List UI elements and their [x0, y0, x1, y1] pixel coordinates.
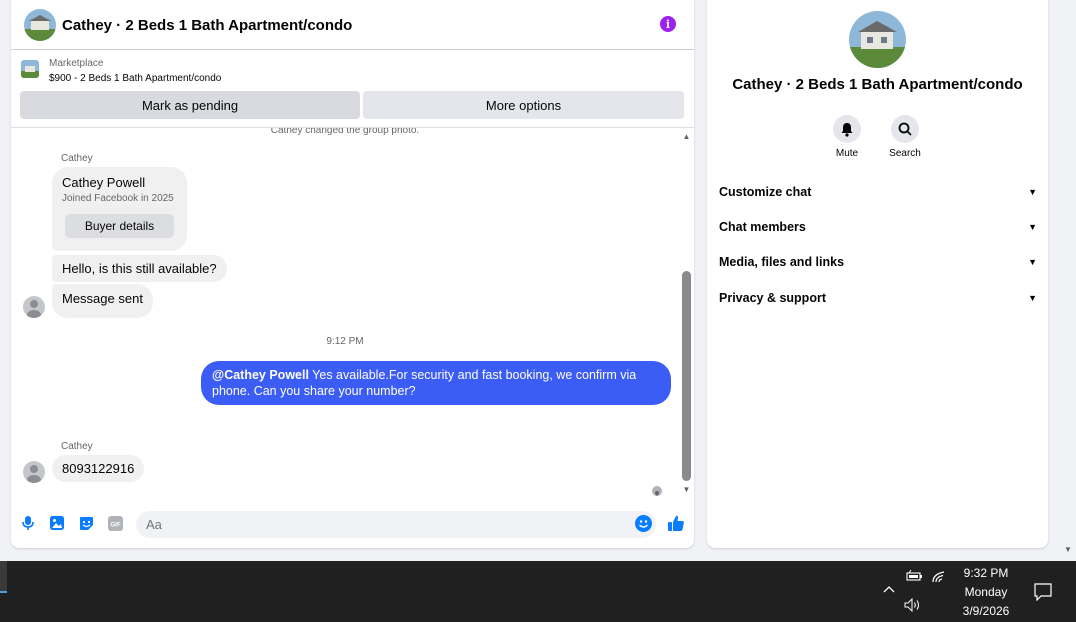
sender-name: Cathey [61, 441, 93, 452]
gif-icon[interactable]: GIF [107, 515, 123, 531]
scrollbar[interactable]: ▲ ▼ [680, 128, 693, 498]
avatar[interactable] [23, 461, 45, 483]
scroll-thumb[interactable] [682, 271, 691, 481]
row-label: Media, files and links [719, 255, 845, 269]
battery-icon[interactable] [906, 569, 923, 587]
mention[interactable]: @Cathey Powell [212, 368, 309, 382]
message-list[interactable]: Cathey changed the group photo. Cathey C… [11, 128, 679, 503]
avatar[interactable] [23, 296, 45, 318]
chevron-up-icon[interactable] [882, 583, 896, 597]
side-title: Cathey · 2 Beds 1 Bath Apartment/condo [732, 76, 1023, 93]
mute-button[interactable] [833, 115, 861, 143]
customize-chat-row[interactable]: Customize chat ▼ [719, 180, 1037, 204]
taskbar: 9:32 PM Monday 3/9/2026 [0, 561, 1076, 622]
message-bubble[interactable]: Message sent [52, 284, 153, 318]
message-bubble[interactable]: 8093122916 [52, 455, 145, 482]
system-message: Cathey changed the group photo. [270, 128, 420, 136]
search-button[interactable] [891, 115, 919, 143]
active-indicator [0, 591, 7, 593]
chevron-down-icon: ▼ [1028, 257, 1037, 267]
clock-time[interactable]: 9:32 PM [948, 566, 1024, 580]
listing-title[interactable]: $900 - 2 Beds 1 Bath Apartment/condo [49, 73, 221, 84]
row-label: Privacy & support [719, 291, 826, 305]
group-avatar-large[interactable] [849, 11, 906, 68]
info-icon[interactable]: i [660, 16, 676, 32]
clock-day[interactable]: Monday [948, 585, 1024, 599]
image-icon[interactable] [49, 515, 65, 531]
chevron-down-icon: ▼ [1028, 187, 1037, 197]
search-label: Search [889, 148, 921, 159]
row-label: Customize chat [719, 185, 812, 199]
search-icon [898, 122, 912, 136]
sender-name: Cathey [61, 153, 93, 164]
marketplace-label: Marketplace [49, 58, 104, 69]
message-input[interactable] [136, 511, 656, 538]
row-label: Chat members [719, 220, 806, 234]
scroll-up-arrow[interactable]: ▲ [682, 132, 691, 141]
mute-label: Mute [835, 148, 859, 159]
clock-date[interactable]: 3/9/2026 [948, 604, 1024, 618]
privacy-support-row[interactable]: Privacy & support ▼ [719, 286, 1037, 310]
emoji-icon[interactable] [635, 515, 652, 532]
page-scroll-down-arrow[interactable]: ▼ [1064, 545, 1072, 554]
chevron-down-icon: ▼ [1028, 222, 1037, 232]
listing-thumbnail[interactable] [21, 60, 39, 78]
outgoing-message-bubble[interactable]: @Cathey Powell Yes available.For securit… [201, 361, 671, 405]
like-icon[interactable] [667, 514, 685, 532]
taskbar-app-button[interactable] [0, 561, 7, 591]
buyer-name: Cathey Powell [62, 175, 146, 190]
seen-indicator-avatar [652, 486, 662, 496]
buyer-details-button[interactable]: Buyer details [65, 214, 174, 238]
notification-icon[interactable] [1034, 583, 1052, 602]
message-bubble[interactable]: Hello, is this still available? [52, 255, 227, 282]
wifi-icon[interactable] [931, 569, 947, 588]
chevron-down-icon: ▼ [1028, 293, 1037, 303]
chat-info-panel: Cathey · 2 Beds 1 Bath Apartment/condo M… [707, 0, 1048, 548]
sticker-icon[interactable] [78, 515, 94, 531]
chat-panel: Cathey · 2 Beds 1 Bath Apartment/condo i… [11, 0, 694, 548]
mark-pending-button[interactable]: Mark as pending [20, 91, 360, 119]
volume-icon[interactable] [904, 597, 922, 617]
chat-members-row[interactable]: Chat members ▼ [719, 215, 1037, 239]
media-files-links-row[interactable]: Media, files and links ▼ [719, 250, 1037, 274]
scroll-down-arrow[interactable]: ▼ [682, 485, 691, 494]
svg-text:GIF: GIF [110, 522, 120, 528]
bell-icon [841, 122, 853, 137]
buyer-profile-card: Cathey Powell Joined Facebook in 2025 Bu… [52, 167, 187, 251]
group-avatar[interactable] [24, 9, 56, 41]
buyer-joined: Joined Facebook in 2025 [62, 193, 174, 204]
chat-title: Cathey · 2 Beds 1 Bath Apartment/condo [62, 17, 353, 34]
chat-header: Cathey · 2 Beds 1 Bath Apartment/condo i [11, 0, 694, 50]
more-options-button[interactable]: More options [363, 91, 684, 119]
mic-icon[interactable] [20, 515, 36, 531]
message-timestamp: 9:12 PM [326, 336, 364, 347]
